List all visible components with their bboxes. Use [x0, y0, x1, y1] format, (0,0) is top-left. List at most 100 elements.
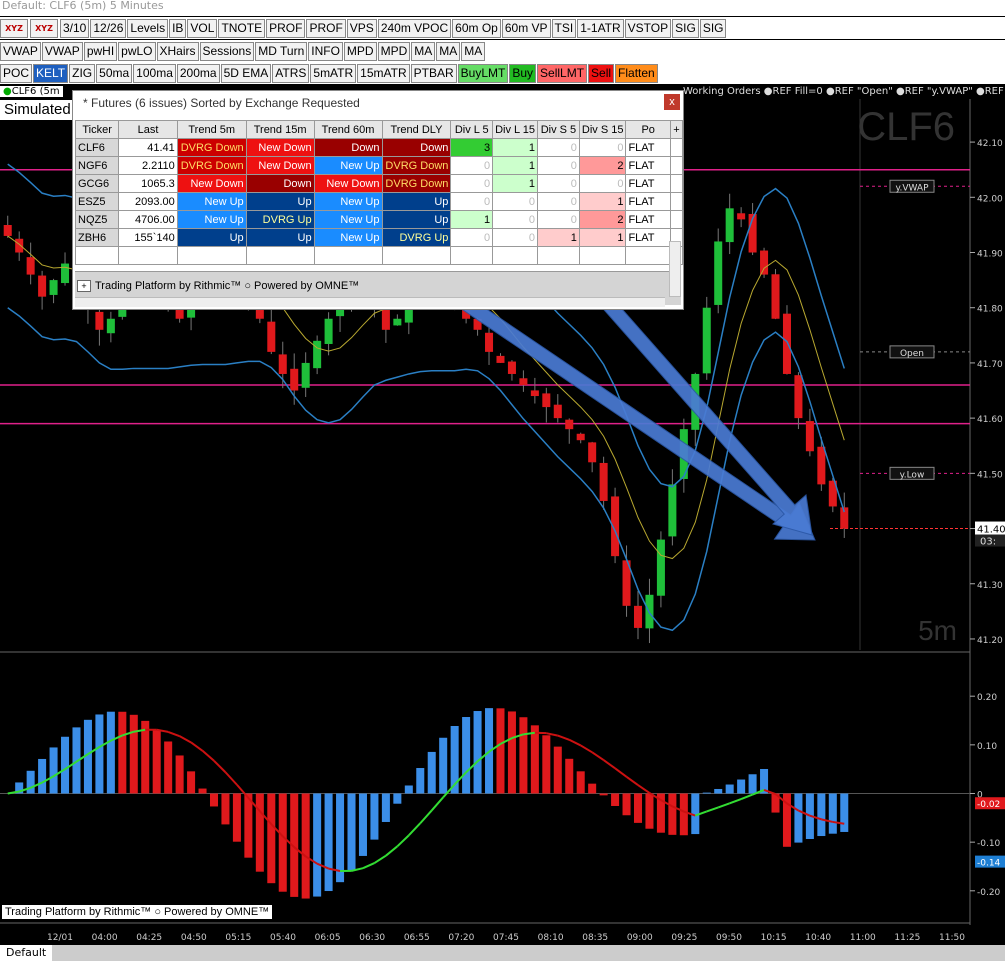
toolbar1-button-2[interactable]: Levels — [127, 18, 169, 38]
osc-bar — [95, 714, 104, 794]
toolbar1-button-8[interactable]: VPS — [346, 18, 377, 38]
symbol-tab[interactable]: ●CLF6 (5m — [0, 86, 63, 97]
toolbar1-button-0[interactable]: 3/10 — [60, 18, 90, 38]
osc-bar — [679, 793, 688, 836]
toolbar1-button-1[interactable]: 12/26 — [90, 18, 127, 38]
column-header[interactable]: Po — [625, 120, 671, 139]
popup-close-button[interactable]: x — [664, 94, 680, 110]
cell-spacer — [669, 138, 684, 157]
futures-scanner-window[interactable]: * Futures (6 issues) Sorted by Exchange … — [72, 90, 684, 310]
column-header[interactable]: Trend 15m — [245, 120, 315, 139]
toolbar3-button-6[interactable]: 5D EMA — [220, 63, 272, 83]
table-row[interactable]: NQZ5 4706.00 New Up DVRG Up New Up Up 1 0 0 2 FLAT — [74, 210, 684, 229]
time-tick-label: 05:40 — [270, 933, 296, 943]
candle-body — [702, 307, 711, 374]
table-row[interactable]: ZBH6 155`140 Up Up New Up DVRG Up 0 0 1 1 FLAT — [74, 228, 684, 247]
toolbar3-button-8[interactable]: 5mATR — [310, 63, 357, 83]
column-header[interactable]: Div S 5 — [537, 120, 580, 139]
toolbar3-button-5[interactable]: 200ma — [176, 63, 220, 83]
cell-pos: FLAT — [625, 156, 671, 175]
toolbar2-button-12[interactable]: MA — [461, 41, 486, 61]
osc-bar — [118, 711, 127, 794]
toolbar1-button-5[interactable]: TNOTE — [218, 18, 266, 38]
osc-bar — [358, 793, 367, 856]
column-header[interactable]: Ticker — [74, 120, 120, 139]
toolbar1-button-7[interactable]: PROF — [306, 18, 346, 38]
toolbar2-button-5[interactable]: Sessions — [199, 41, 255, 61]
osc-bar — [817, 793, 826, 837]
cell-ds15: 1 — [578, 228, 627, 247]
toolbar1-button-3[interactable]: IB — [169, 18, 187, 38]
column-header[interactable]: Div L 15 — [492, 120, 539, 139]
toolbar2-button-9[interactable]: MPD — [377, 41, 411, 61]
toolbar2-button-2[interactable]: pwHI — [83, 41, 118, 61]
toolbar1-button-15[interactable]: SIG — [672, 18, 699, 38]
horizontal-scrollbar[interactable] — [75, 297, 665, 307]
toolbar2-button-4[interactable]: XHairs — [156, 41, 199, 61]
toolbar2-button-0[interactable]: VWAP — [0, 41, 41, 61]
cell-t60: New Up — [313, 192, 383, 211]
toolbar1-button-6[interactable]: PROF — [266, 18, 306, 38]
candle-body — [817, 446, 826, 485]
toolbar2-button-8[interactable]: MPD — [343, 41, 377, 61]
cell-t60: Down — [313, 138, 383, 157]
vertical-scrollbar[interactable] — [669, 241, 681, 297]
toolbar3-button-7[interactable]: ATRS — [272, 63, 310, 83]
toolbar3-button-15[interactable]: Flatten — [615, 63, 658, 83]
toolbar1-button-13[interactable]: 1-1ATR — [577, 18, 624, 38]
toolbar1-button-4[interactable]: VOL — [187, 18, 218, 38]
toolbar1-button-12[interactable]: TSI — [551, 18, 577, 38]
toolbar3-button-10[interactable]: PTBAR — [410, 63, 457, 83]
toolbar2-button-10[interactable]: MA — [411, 41, 436, 61]
column-header[interactable]: + — [669, 120, 684, 139]
toolbar2-button-1[interactable]: VWAP — [41, 41, 83, 61]
expand-icon[interactable]: + — [77, 280, 91, 292]
table-row[interactable]: NGF6 2.2110 DVRG Down New Down New Up DVRG Do… — [74, 156, 684, 175]
tab-default[interactable]: Default — [0, 945, 53, 961]
toolbar3-button-1[interactable]: KELT — [33, 63, 69, 83]
toolbar2-button-7[interactable]: INFO — [308, 41, 343, 61]
table-row[interactable]: GCG6 1065.3 New Down Down New Down DVRG Down 0… — [74, 174, 684, 193]
time-tick-label: 05:15 — [225, 933, 251, 943]
toolbar3-button-2[interactable]: ZIG — [69, 63, 96, 83]
toolbar2-button-3[interactable]: pwLO — [118, 41, 156, 61]
toolbar3-button-9[interactable]: 15mATR — [357, 63, 410, 83]
price-tick-label: 41.90 — [977, 250, 1003, 260]
candle-body — [26, 257, 35, 275]
toolbar2-button-11[interactable]: MA — [436, 41, 461, 61]
toolbar3-button-13[interactable]: SellLMT — [537, 63, 588, 83]
toolbar3-button-0[interactable]: POC — [0, 63, 33, 83]
timer-label: 03: — [980, 537, 996, 548]
table-row[interactable]: ESZ5 2093.00 New Up Up New Up Up 0 0 0 1 FLAT — [74, 192, 684, 211]
osc-bar — [565, 758, 574, 794]
app-logo-icon[interactable]: XYZ — [0, 18, 28, 38]
column-header[interactable]: Trend 60m — [313, 120, 383, 139]
toolbar2-button-6[interactable]: MD Turn — [255, 41, 308, 61]
column-header[interactable]: Trend DLY — [381, 120, 452, 139]
toolbar1-button-16[interactable]: SIG — [699, 18, 727, 38]
toolbar3-button-12[interactable]: Buy — [509, 63, 537, 83]
osc-bar — [278, 793, 287, 892]
time-tick-label: 09:00 — [627, 933, 653, 943]
column-header[interactable]: Div L 5 — [450, 120, 494, 139]
table-row[interactable]: CLF6 41.41 DVRG Down New Down Down Down 3 1 0 0 FL… — [74, 138, 684, 157]
toolbar3-button-4[interactable]: 100ma — [133, 63, 176, 83]
toolbar3-button-14[interactable]: Sell — [588, 63, 615, 83]
toolbar1-button-14[interactable]: VSTOP — [624, 18, 672, 38]
candle-body — [553, 404, 562, 419]
toolbar-row-2: VWAP VWAP pwHI pwLO XHairs Sessions MD Turn INF… — [0, 40, 1005, 62]
toolbar1-button-9[interactable]: 240m VPOC — [377, 18, 452, 38]
column-header[interactable]: Trend 5m — [176, 120, 247, 139]
last-price-label: 41.40 — [977, 525, 1005, 536]
app-logo-2-icon[interactable]: XYZ — [30, 18, 58, 38]
toolbar3-button-11[interactable]: BuyLMT — [457, 63, 509, 83]
osc-signal-segment — [396, 834, 410, 848]
candle-body — [782, 313, 791, 374]
toolbar1-button-10[interactable]: 60m Op — [452, 18, 501, 38]
toolbar3-button-3[interactable]: 50ma — [96, 63, 133, 83]
column-header[interactable]: Div S 15 — [578, 120, 627, 139]
osc-signal-segment — [362, 862, 375, 870]
column-header[interactable]: Last — [118, 120, 178, 139]
osc-tick-label: 0.10 — [977, 742, 997, 752]
toolbar1-button-11[interactable]: 60m VP — [501, 18, 551, 38]
